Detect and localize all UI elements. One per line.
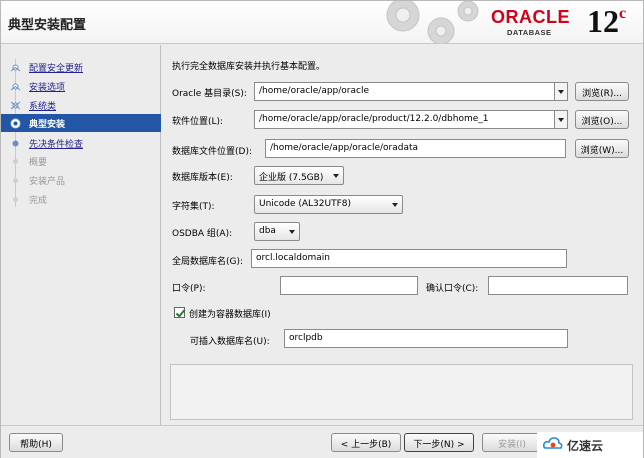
step-done-icon: [10, 101, 21, 110]
step-install-options[interactable]: 安装选项: [1, 77, 161, 95]
page-description: 执行完全数据库安装并执行基本配置。: [172, 62, 326, 72]
software-location-label: 软件位置(L):: [172, 117, 224, 127]
global-db-name-label: 全局数据库名(G):: [172, 257, 244, 267]
password-input[interactable]: [280, 276, 418, 295]
global-db-name-input[interactable]: orcl.localdomain: [251, 249, 567, 268]
container-db-checkbox[interactable]: [174, 307, 185, 318]
step-install-product: 安装产品: [1, 171, 161, 189]
step-prereq-checks[interactable]: 先决条件检查: [1, 134, 161, 152]
container-db-label[interactable]: 创建为容器数据库(I): [189, 307, 271, 320]
back-button[interactable]: < 上一步(B): [331, 433, 401, 452]
main-panel: 执行完全数据库安装并执行基本配置。 Oracle 基目录(S): /home/o…: [162, 45, 643, 425]
db-file-location-label: 数据库文件位置(D):: [172, 147, 252, 157]
cloud-logo-icon: [543, 437, 563, 449]
db-file-location-input[interactable]: /home/oracle/app/oracle/oradata: [265, 139, 566, 158]
step-pending-icon: [13, 178, 18, 183]
pluggable-db-label: 可插入数据库名(U):: [190, 337, 270, 347]
step-current-icon: [10, 118, 21, 129]
chevron-down-icon: [333, 174, 339, 178]
step-typical-install[interactable]: 典型安装: [1, 114, 161, 132]
software-location-combobox[interactable]: /home/oracle/app/oracle/product/12.2.0/d…: [254, 110, 568, 129]
osdba-label: OSDBA 组(A):: [172, 229, 233, 239]
browse-software-location-button[interactable]: 浏览(O)...: [575, 110, 629, 129]
watermark: 亿速云: [537, 432, 643, 458]
next-button[interactable]: 下一步(N) >: [404, 433, 474, 452]
help-button[interactable]: 帮助(H): [9, 433, 63, 452]
charset-select[interactable]: Unicode (AL32UTF8): [254, 195, 403, 214]
charset-label: 字符集(T):: [172, 202, 215, 212]
step-pending-icon: [13, 197, 18, 202]
chevron-down-icon: [289, 230, 295, 234]
gears-decoration-icon: [386, 1, 479, 44]
step-done-icon: [10, 83, 21, 91]
install-button: 安装(I): [482, 433, 542, 452]
step-security-updates[interactable]: 配置安全更新: [1, 58, 161, 76]
oracle-logo: ORACLE DATABASE 12c: [491, 3, 627, 39]
step-done-icon: [10, 64, 21, 72]
browse-oracle-base-button[interactable]: 浏览(R)...: [575, 82, 629, 101]
confirm-password-label: 确认口令(C):: [426, 284, 479, 294]
oracle-base-combobox[interactable]: /home/oracle/app/oracle: [254, 82, 568, 101]
confirm-password-input[interactable]: [488, 276, 628, 295]
osdba-select[interactable]: dba: [254, 222, 300, 241]
installer-window: 典型安装配置 ORACLE DATABASE 12c 配置安全更新 安装选项 系…: [0, 0, 644, 458]
steps-sidebar: 配置安全更新 安装选项 系统类 典型安装 先决条件检查 概要 安装产品 完成: [1, 45, 161, 425]
step-finish: 完成: [1, 190, 161, 208]
chevron-down-icon[interactable]: [554, 83, 567, 100]
browse-db-file-location-button[interactable]: 浏览(W)...: [575, 139, 629, 158]
step-pending-icon: [13, 159, 18, 164]
header: 典型安装配置 ORACLE DATABASE 12c: [1, 1, 643, 44]
chevron-down-icon: [392, 203, 398, 207]
oracle-base-label: Oracle 基目录(S):: [172, 89, 247, 99]
db-edition-label: 数据库版本(E):: [172, 173, 233, 183]
message-area: [170, 364, 633, 420]
pluggable-db-input[interactable]: orclpdb: [284, 329, 568, 348]
page-title: 典型安装配置: [8, 18, 87, 33]
chevron-down-icon[interactable]: [554, 111, 567, 128]
password-label: 口令(P):: [172, 284, 206, 294]
db-edition-select[interactable]: 企业版 (7.5GB): [254, 166, 344, 185]
step-system-class[interactable]: 系统类: [1, 96, 161, 114]
step-summary: 概要: [1, 152, 161, 170]
step-done-icon: [12, 140, 19, 147]
